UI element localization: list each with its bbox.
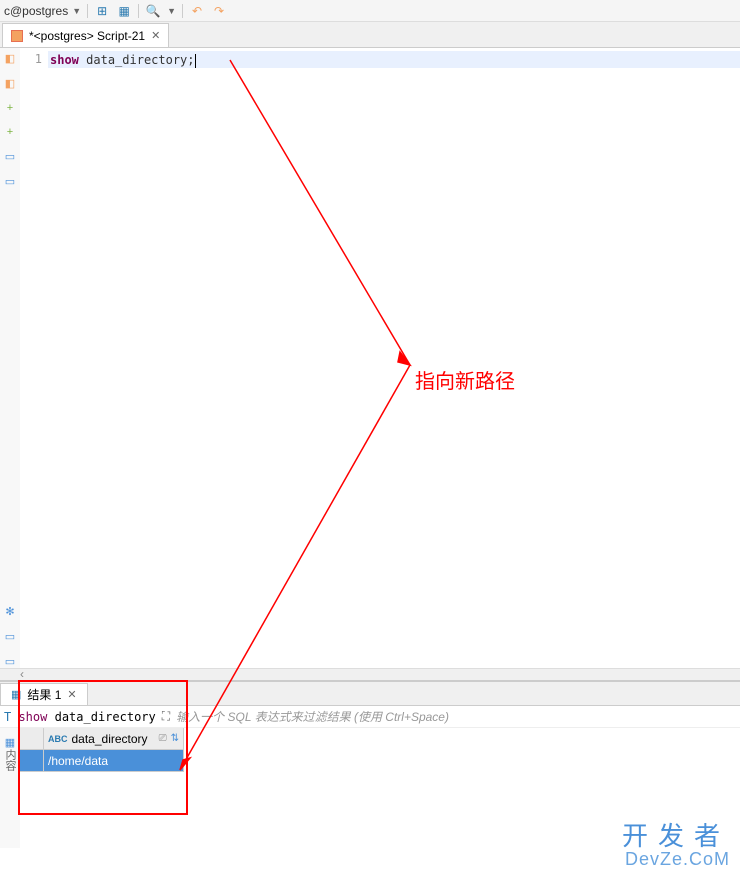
editor-tab[interactable]: *<postgres> Script-21 ✕ — [2, 23, 169, 47]
grid-cell[interactable]: /home/data — [44, 750, 184, 772]
top-toolbar: c@postgres ▼ ⊞ ▦ 🔍 ▼ ↶ ↷ — [0, 0, 740, 22]
editor-tab-bar: *<postgres> Script-21 ✕ — [0, 22, 740, 48]
undo-icon[interactable]: ↶ — [189, 3, 205, 19]
cell-value: /home/data — [48, 754, 108, 768]
close-icon[interactable]: ✕ — [151, 29, 160, 42]
row-marker-header[interactable] — [20, 728, 44, 750]
text-cursor — [195, 54, 196, 68]
sql-identifier: data_directory — [86, 53, 187, 67]
gutter-icon[interactable]: + — [7, 102, 13, 114]
expand-icon[interactable]: ⛶ — [162, 709, 170, 724]
grid-icon[interactable]: ▦ — [5, 736, 15, 749]
editor-area: ◧ ◧ + + ▭ ▭ ✻ ▭ ▭ 1 show data_directory; — [0, 48, 740, 668]
gutter-icon[interactable]: ▭ — [5, 655, 15, 668]
db-selector[interactable]: c@postgres ▼ — [4, 4, 81, 18]
close-icon[interactable]: ✕ — [67, 688, 76, 701]
results-tab[interactable]: ▦ 结果 1 ✕ — [0, 683, 88, 705]
search-icon[interactable]: 🔍 — [145, 3, 161, 19]
divider — [87, 4, 88, 18]
gutter-icon[interactable]: ▭ — [5, 175, 15, 188]
line-number: 1 — [20, 52, 42, 66]
horizontal-scrollbar[interactable] — [0, 668, 740, 680]
sort-icon[interactable]: ⇅ — [171, 733, 179, 744]
sql-keyword: show — [50, 53, 79, 67]
filter-bar: T show data_directory ⛶ 输入一个 SQL 表达式来过滤结… — [0, 706, 740, 728]
filter-input[interactable]: 输入一个 SQL 表达式来过滤结果 (使用 Ctrl+Space) — [176, 708, 736, 725]
search-dropdown-icon[interactable]: ▼ — [167, 6, 176, 16]
gutter-icon[interactable]: ◧ — [5, 52, 15, 65]
script-icon — [11, 30, 23, 42]
column-header[interactable]: ABC data_directory ⎚ ⇅ — [44, 728, 184, 750]
db-label: c@postgres — [4, 4, 68, 18]
divider — [138, 4, 139, 18]
gutter-icon[interactable]: ▭ — [5, 630, 15, 643]
column-name: data_directory — [72, 732, 148, 746]
type-badge: ABC — [48, 734, 68, 744]
sql-terminator: ; — [187, 53, 194, 67]
redo-icon[interactable]: ↷ — [211, 3, 227, 19]
gutter-icon[interactable]: + — [7, 126, 13, 138]
watermark-line1: 开发者 — [622, 822, 730, 851]
divider — [182, 4, 183, 18]
grid-header-row: ABC data_directory ⎚ ⇅ — [20, 728, 184, 750]
gutter-icon[interactable]: ✻ — [5, 605, 14, 618]
grid-icon[interactable]: ⊞ — [94, 3, 110, 19]
grid-left-gutter: ▦ 内容 — [0, 728, 20, 848]
grid-icon: ▦ — [11, 688, 21, 701]
results-tab-bar: ▦ 结果 1 ✕ — [0, 682, 740, 706]
results-grid: ABC data_directory ⎚ ⇅ /home/data — [20, 728, 184, 848]
watermark-line2: DevZe.CoM — [622, 850, 730, 870]
gutter-icon[interactable]: ▭ — [5, 150, 15, 163]
code-editor[interactable]: show data_directory; — [48, 48, 740, 668]
vertical-label: 内容 — [2, 749, 18, 771]
line-number-gutter: 1 — [20, 48, 48, 668]
window-icon[interactable]: ▦ — [116, 3, 132, 19]
results-tab-label: 结果 1 — [27, 686, 61, 703]
left-tool-gutter: ◧ ◧ + + ▭ ▭ ✻ ▭ ▭ — [0, 48, 20, 668]
filter-icon[interactable]: ⎚ — [159, 733, 167, 744]
grid-data-row[interactable]: /home/data — [20, 750, 184, 772]
gutter-icon[interactable]: ◧ — [5, 77, 15, 90]
row-marker[interactable] — [20, 750, 44, 772]
watermark: 开发者 DevZe.CoM — [622, 822, 730, 870]
tab-label: *<postgres> Script-21 — [29, 29, 145, 43]
code-line: show data_directory; — [50, 52, 734, 69]
filter-sql-preview: T show data_directory — [4, 710, 156, 724]
dropdown-arrow-icon: ▼ — [72, 6, 81, 16]
